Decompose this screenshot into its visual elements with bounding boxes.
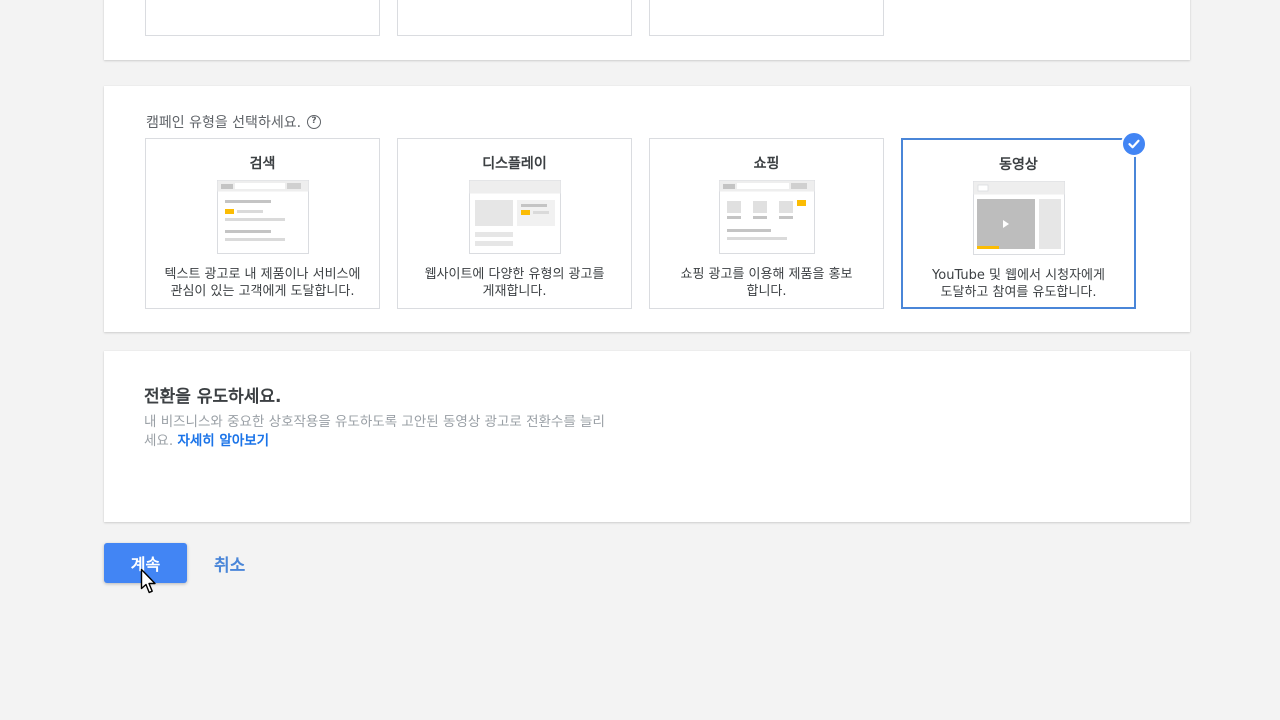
campaign-type-tile-shopping[interactable]: 쇼핑 쇼핑 광고를 이용해 제품을 홍보 합니다. bbox=[649, 138, 884, 309]
tile-title: 디스플레이 bbox=[482, 156, 547, 172]
search-ad-illustration-icon bbox=[216, 180, 309, 254]
goal-description: 내 비즈니스와 중요한 상호작용을 유도하도록 고안된 동영상 광고로 전환수를… bbox=[144, 414, 605, 449]
goal-tile[interactable] bbox=[145, 0, 380, 36]
shopping-ad-illustration-icon bbox=[718, 180, 815, 254]
goal-tile[interactable] bbox=[397, 0, 632, 36]
campaign-type-tile-display[interactable]: 디스플레이 웹사이트에 다양한 유형의 광고를 게재합니다. bbox=[397, 138, 632, 309]
campaign-goal-card: 전환을 유도하세요. 내 비즈니스와 중요한 상호작용을 유도하도록 고안된 동… bbox=[104, 351, 1190, 522]
learn-more-link[interactable]: 자세히 알아보기 bbox=[177, 433, 269, 449]
display-ad-illustration-icon bbox=[468, 180, 561, 254]
goal-title: 전환을 유도하세요. bbox=[144, 387, 282, 407]
cancel-button[interactable]: 취소 bbox=[206, 543, 253, 583]
tile-title: 동영상 bbox=[999, 157, 1038, 173]
tile-title: 쇼핑 bbox=[753, 156, 780, 172]
campaign-type-card: 캠페인 유형을 선택하세요. ? 검색 텍스트 광고로 내 제품이나 서비스에 … bbox=[104, 86, 1190, 332]
tile-description: 쇼핑 광고를 이용해 제품을 홍보 합니다. bbox=[680, 267, 853, 299]
tile-description: 텍스트 광고로 내 제품이나 서비스에 관심이 있는 고객에게 도달합니다. bbox=[164, 267, 361, 299]
tile-description: YouTube 및 웹에서 시청자에게 도달하고 참여를 유도합니다. bbox=[932, 268, 1105, 300]
campaign-type-tile-video[interactable]: 동영상 YouTube 및 웹에서 시청자에게 도달하고 참여를 유도합니다. bbox=[901, 131, 1147, 309]
tile-description: 웹사이트에 다양한 유형의 광고를 게재합니다. bbox=[424, 267, 605, 299]
video-ad-illustration-icon bbox=[972, 181, 1065, 255]
goal-tile[interactable] bbox=[649, 0, 884, 36]
tile-title: 검색 bbox=[249, 156, 276, 172]
campaign-type-tile-search[interactable]: 검색 텍스트 광고로 내 제품이나 서비스에 관심이 있는 고객에게 도달합니다… bbox=[145, 138, 380, 309]
mouse-cursor-icon bbox=[140, 568, 156, 594]
campaign-type-label: 캠페인 유형을 선택하세요. ? bbox=[146, 112, 322, 132]
help-circle-icon[interactable]: ? bbox=[307, 115, 322, 129]
goal-selection-card bbox=[104, 0, 1190, 60]
